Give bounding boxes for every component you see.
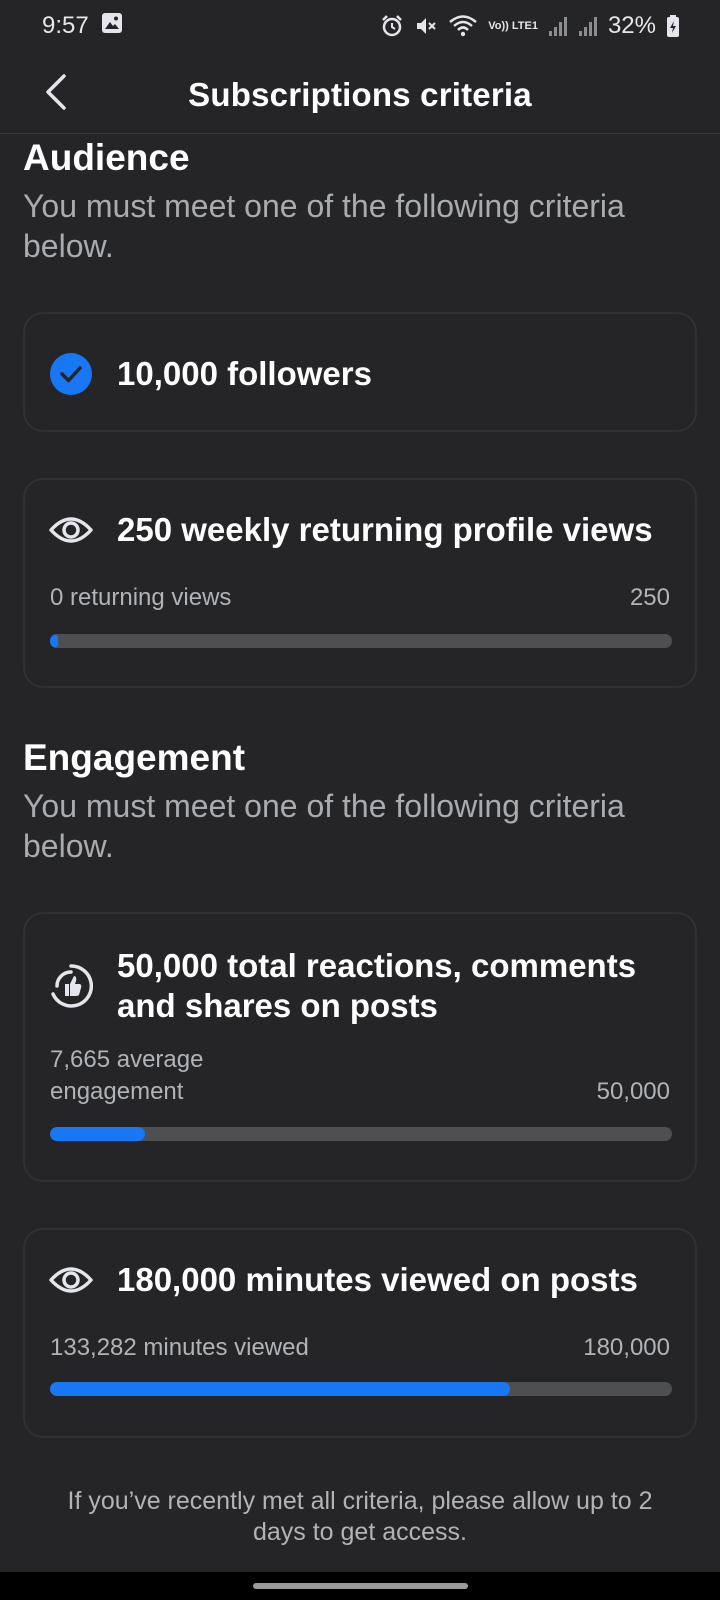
- back-button[interactable]: [36, 73, 76, 115]
- audience-section-title: Audience: [23, 137, 190, 178]
- followers-row: 10,000 followers: [49, 352, 372, 396]
- followers-criteria-card: 10,000 followers: [23, 312, 697, 432]
- eye-icon: [49, 510, 93, 550]
- status-right: Vo)) LTE1 32%: [380, 12, 680, 40]
- audience-section-description: You must meet one of the following crite…: [23, 188, 625, 264]
- profile-views-row: 250 weekly returning profile views: [49, 510, 653, 550]
- eye-icon: [49, 1260, 93, 1300]
- mute-icon: [414, 14, 438, 38]
- home-gesture-handle[interactable]: [253, 1583, 468, 1589]
- page-title: Subscriptions criteria: [188, 75, 532, 113]
- reactions-progress-fill: [50, 1127, 146, 1141]
- minutes-viewed-progress-fill: [50, 1382, 511, 1396]
- chevron-left-icon: [44, 73, 68, 115]
- wifi-icon: [448, 14, 478, 38]
- minutes-viewed-target: 180,000: [583, 1334, 670, 1361]
- access-note: If you’ve recently met all criteria, ple…: [67, 1487, 653, 1546]
- status-left: 9:57: [42, 12, 123, 41]
- engagement-section-description: You must meet one of the following crite…: [23, 788, 625, 864]
- minutes-viewed-criteria-title: 180,000 minutes viewed on posts: [117, 1261, 638, 1298]
- system-nav-bar: [0, 1572, 720, 1600]
- volte-icon: Vo)) LTE1: [488, 19, 538, 32]
- signal-icon: [548, 15, 568, 37]
- alarm-icon: [380, 14, 404, 38]
- top-app-bar: Subscriptions criteria: [0, 56, 720, 134]
- status-time: 9:57: [42, 12, 89, 39]
- profile-views-progress-fill: [50, 634, 58, 648]
- profile-views-criteria-title: 250 weekly returning profile views: [117, 511, 653, 548]
- reactions-target: 50,000: [596, 1078, 670, 1105]
- minutes-viewed-current: 133,282 minutes viewed: [50, 1334, 309, 1361]
- minutes-viewed-criteria-card: 180,000 minutes viewed on posts 133,282 …: [23, 1228, 697, 1438]
- signal-icon: [578, 15, 598, 37]
- profile-views-target: 250: [629, 584, 670, 611]
- gallery-icon: [101, 12, 123, 41]
- reactions-criteria-title: 50,000 total reactions, comments and sha…: [117, 947, 637, 1024]
- profile-views-criteria-card: 250 weekly returning profile views 0 ret…: [23, 478, 697, 688]
- reactions-criteria-card: 50,000 total reactions, comments and sha…: [23, 912, 697, 1182]
- profile-views-progress-track: [50, 634, 672, 648]
- followers-criteria-title: 10,000 followers: [117, 355, 372, 392]
- minutes-viewed-progress-track: [50, 1382, 672, 1396]
- thumbs-up-circle-icon: [49, 964, 94, 1008]
- engagement-section-title: Engagement: [23, 737, 246, 778]
- battery-icon: [666, 14, 680, 38]
- check-circle-icon: [49, 352, 93, 396]
- minutes-viewed-row: 180,000 minutes viewed on posts: [49, 1260, 638, 1300]
- status-bar: 9:57 Vo)) LTE1 32%: [0, 0, 720, 52]
- reactions-row: 50,000 total reactions, comments and sha…: [49, 946, 657, 1026]
- profile-views-current: 0 returning views: [50, 584, 232, 611]
- battery-text: 32%: [607, 12, 656, 39]
- reactions-current: 7,665 average engagement: [50, 1046, 204, 1105]
- reactions-progress-track: [50, 1127, 672, 1141]
